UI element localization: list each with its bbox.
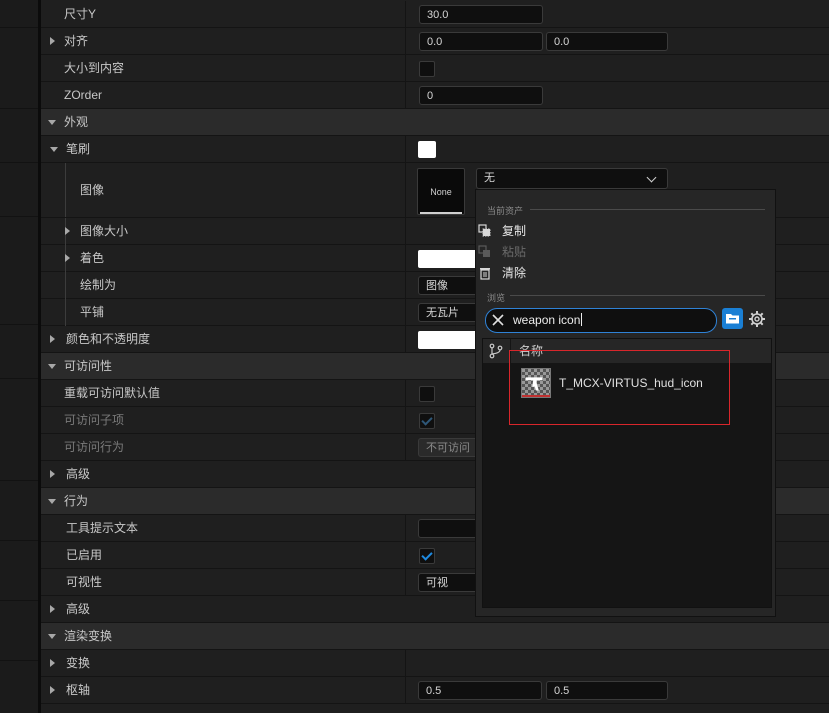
color-opacity-label: 颜色和不透明度 [66,332,151,346]
color-opacity-swatch[interactable] [418,331,478,349]
tiling-dropdown[interactable]: 无瓦片 [418,303,478,322]
clear-search-icon[interactable] [491,313,505,327]
row-size-to-content: 大小到内容 [41,55,829,82]
visibility-label: 可视性 [66,575,103,589]
pivot-x-input[interactable]: 0.5 [418,681,542,700]
copy-icon [478,224,491,237]
expand-arrow-icon[interactable] [50,37,55,45]
behavior-label: 行为 [64,494,89,508]
copy-menu-item[interactable]: 复制 [478,221,527,241]
category-appearance[interactable]: 外观 [41,109,829,136]
tint-color-swatch[interactable] [418,250,478,268]
brush-label: 笔刷 [66,142,91,156]
accessible-behavior-dropdown[interactable]: 不可访问 [418,438,478,457]
tooltip-input[interactable] [418,519,478,538]
expand-arrow-icon[interactable] [50,470,55,478]
tint-label: 着色 [80,251,105,265]
chevron-down-icon [646,172,657,183]
category-render-transform[interactable]: 渲染变换 [41,623,829,650]
expand-arrow-icon[interactable] [50,659,55,667]
collapse-arrow-icon[interactable] [50,147,58,152]
accessible-children-label: 可访问子项 [64,413,125,427]
tiling-label: 平铺 [80,305,105,319]
settings-button[interactable] [748,310,766,328]
browse-heading: 浏览 [487,293,506,303]
alignment-x-input[interactable]: 0.0 [419,32,543,51]
image-asset-dropdown[interactable]: 无 [476,168,668,189]
expand-arrow-icon[interactable] [50,686,55,694]
copy-label: 复制 [502,224,527,238]
clear-label: 清除 [502,266,527,280]
thumbnail-none-text: None [430,187,452,197]
advanced-label: 高级 [66,602,91,616]
draw-as-label: 绘制为 [80,278,117,292]
clear-menu-item[interactable]: 清除 [480,263,527,283]
trash-icon [480,268,490,280]
enabled-checkbox[interactable] [419,548,435,564]
collapse-arrow-icon[interactable] [48,499,56,504]
browse-folder-button[interactable] [722,308,743,329]
gear-icon [749,311,765,327]
left-gutter [0,0,40,713]
tooltip-label: 工具提示文本 [66,521,139,535]
size-to-content-checkbox[interactable] [419,61,435,77]
size-y-label: 尺寸Y [64,7,97,21]
brush-color-swatch[interactable] [418,141,436,158]
alignment-label: 对齐 [64,34,89,48]
source-control-icon[interactable] [488,343,504,359]
zorder-input[interactable]: 0 [419,86,543,105]
visibility-dropdown[interactable]: 可视 [418,573,478,592]
collapse-arrow-icon[interactable] [48,364,56,369]
expand-arrow-icon[interactable] [50,335,55,343]
accessible-children-checkbox[interactable] [419,413,435,429]
expand-arrow-icon[interactable] [65,227,70,235]
pivot-label: 枢轴 [66,683,91,697]
accessibility-label: 可访问性 [64,359,113,373]
advanced-label: 高级 [66,467,91,481]
expand-arrow-icon[interactable] [65,254,70,262]
pivot-y-input[interactable]: 0.5 [546,681,668,700]
row-pivot: 枢轴 0.5 0.5 [41,677,829,704]
asset-search-input[interactable]: weapon icon [485,308,717,333]
row-brush: 笔刷 [41,136,829,163]
row-transform: 变换 [41,650,829,677]
image-thumbnail[interactable]: None [417,168,465,215]
override-accessibility-checkbox[interactable] [419,386,435,402]
transform-label: 变换 [66,656,91,670]
row-alignment: 对齐 0.0 0.0 [41,28,829,55]
folder-icon [726,314,739,324]
collapse-arrow-icon[interactable] [48,120,56,125]
image-size-label: 图像大小 [80,224,129,238]
highlight-box [509,350,730,425]
size-y-input[interactable]: 30.0 [419,5,543,24]
row-zorder: ZOrder 0 [41,82,829,109]
current-asset-heading: 当前资产 [487,206,524,216]
size-to-content-label: 大小到内容 [64,61,125,75]
render-transform-label: 渲染变换 [64,629,113,643]
row-size-y: 尺寸Y 30.0 [41,1,829,28]
paste-icon [478,245,490,257]
image-asset-value: 无 [484,172,495,184]
zorder-label: ZOrder [64,88,103,102]
image-label: 图像 [80,183,105,197]
expand-arrow-icon[interactable] [50,605,55,613]
paste-menu-item[interactable]: 粘贴 [478,242,527,262]
paste-label: 粘贴 [502,245,527,259]
accessible-behavior-label: 可访问行为 [64,440,125,454]
search-text: weapon icon [513,313,581,327]
override-accessibility-label: 重载可访问默认值 [64,386,161,400]
draw-as-dropdown[interactable]: 图像 [418,276,478,295]
alignment-y-input[interactable]: 0.0 [546,32,668,51]
appearance-label: 外观 [64,115,89,129]
collapse-arrow-icon[interactable] [48,634,56,639]
enabled-label: 已启用 [66,548,103,562]
